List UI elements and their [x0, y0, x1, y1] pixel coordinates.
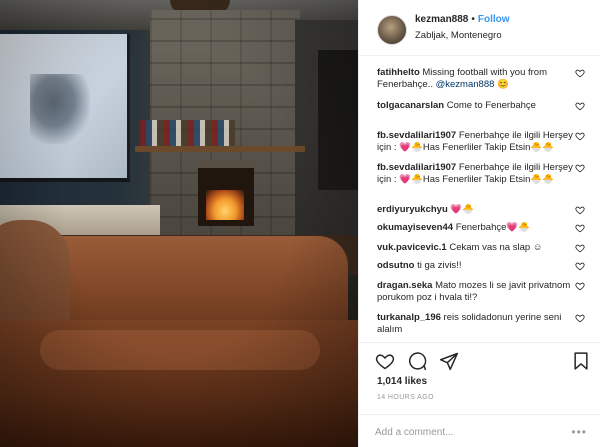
comment-item: dragan.seka Mato mozes li se javit priva… [359, 280, 600, 304]
comment-username[interactable]: fb.sevdalilari1907 [377, 130, 456, 141]
bookmark-icon[interactable] [571, 351, 591, 371]
comment-item: turkanalp_196 reis solidadonun yerine se… [359, 312, 600, 336]
username-link[interactable]: kezman888 [415, 14, 468, 25]
post-header: kezman888 • Follow Zabljak, Montenegro [359, 0, 600, 56]
comment-like-heart-icon[interactable] [575, 205, 585, 215]
comment-like-heart-icon[interactable] [575, 131, 585, 141]
comment-username[interactable]: turkanalp_196 [377, 312, 441, 323]
comment-like-heart-icon[interactable] [575, 243, 585, 253]
comment-item: fb.sevdalilari1907 Fenerbahçe ile ilgili… [359, 130, 600, 154]
comment-like-heart-icon[interactable] [575, 68, 585, 78]
header-user-row: kezman888 • Follow [415, 14, 510, 25]
post-photo[interactable] [0, 0, 358, 447]
comment-item: tolgacanarslan Come to Fenerbahçe [359, 100, 600, 112]
comment-item: okumayiseven44 Fenerbahçe💗🐣 [359, 222, 600, 234]
comment-bubble-icon[interactable] [407, 351, 427, 371]
comment-username[interactable]: odsutno [377, 260, 414, 271]
comment-like-heart-icon[interactable] [575, 101, 585, 111]
comment-like-heart-icon[interactable] [575, 261, 585, 271]
add-comment-input[interactable] [375, 423, 565, 441]
comment-mention[interactable]: @kezman888 [436, 79, 495, 90]
share-arrow-icon[interactable] [439, 351, 459, 371]
comment-item: fatihhelto Missing football with you fro… [359, 67, 600, 91]
comment-item: fb.sevdalilari1907 Fenerbahçe ile ilgili… [359, 162, 600, 186]
comment-text: 💗🐣 [450, 204, 475, 215]
comment-username[interactable]: tolgacanarslan [377, 100, 444, 111]
comment-username[interactable]: dragan.seka [377, 280, 432, 291]
comment-username[interactable]: fatihhelto [377, 67, 420, 78]
avatar[interactable] [377, 15, 407, 45]
comment-like-heart-icon[interactable] [575, 223, 585, 233]
comment-item: odsutno ti ga zivis!! [359, 260, 600, 272]
comment-item: erdiyuryukchyu 💗🐣 [359, 204, 600, 216]
comment-suffix: 😊 [494, 79, 509, 90]
comment-username[interactable]: okumayiseven44 [377, 222, 453, 233]
follow-button[interactable]: Follow [478, 14, 510, 25]
likes-count[interactable]: 1,014 likes [377, 376, 427, 387]
photo-vignette [0, 0, 358, 447]
comment-item: vuk.pavicevic.1 Cekam vas na slap ☺ [359, 242, 600, 254]
heart-outline-icon[interactable] [375, 351, 395, 371]
post-side-panel: kezman888 • Follow Zabljak, Montenegro fat… [358, 0, 600, 447]
comment-like-heart-icon[interactable] [575, 281, 585, 291]
comment-like-heart-icon[interactable] [575, 313, 585, 323]
comment-like-heart-icon[interactable] [575, 163, 585, 173]
separator-dot: • [471, 14, 475, 25]
comment-username[interactable]: vuk.pavicevic.1 [377, 242, 447, 253]
comment-text: Cekam vas na slap ☺ [449, 242, 543, 253]
action-bar [359, 342, 600, 376]
comment-username[interactable]: fb.sevdalilari1907 [377, 162, 456, 173]
comments-list[interactable]: fatihhelto Missing football with you fro… [359, 58, 600, 340]
comment-username[interactable]: erdiyuryukchyu [377, 204, 448, 215]
comment-text: ti ga zivis!! [417, 260, 462, 271]
comment-text: Fenerbahçe💗🐣 [455, 222, 531, 233]
add-comment-row: ••• [359, 414, 600, 447]
comment-text: Come to Fenerbahçe [446, 100, 536, 111]
location-link[interactable]: Zabljak, Montenegro [415, 30, 502, 41]
more-options-button[interactable]: ••• [571, 426, 587, 438]
post-timestamp: 14 HOURS AGO [377, 394, 434, 401]
